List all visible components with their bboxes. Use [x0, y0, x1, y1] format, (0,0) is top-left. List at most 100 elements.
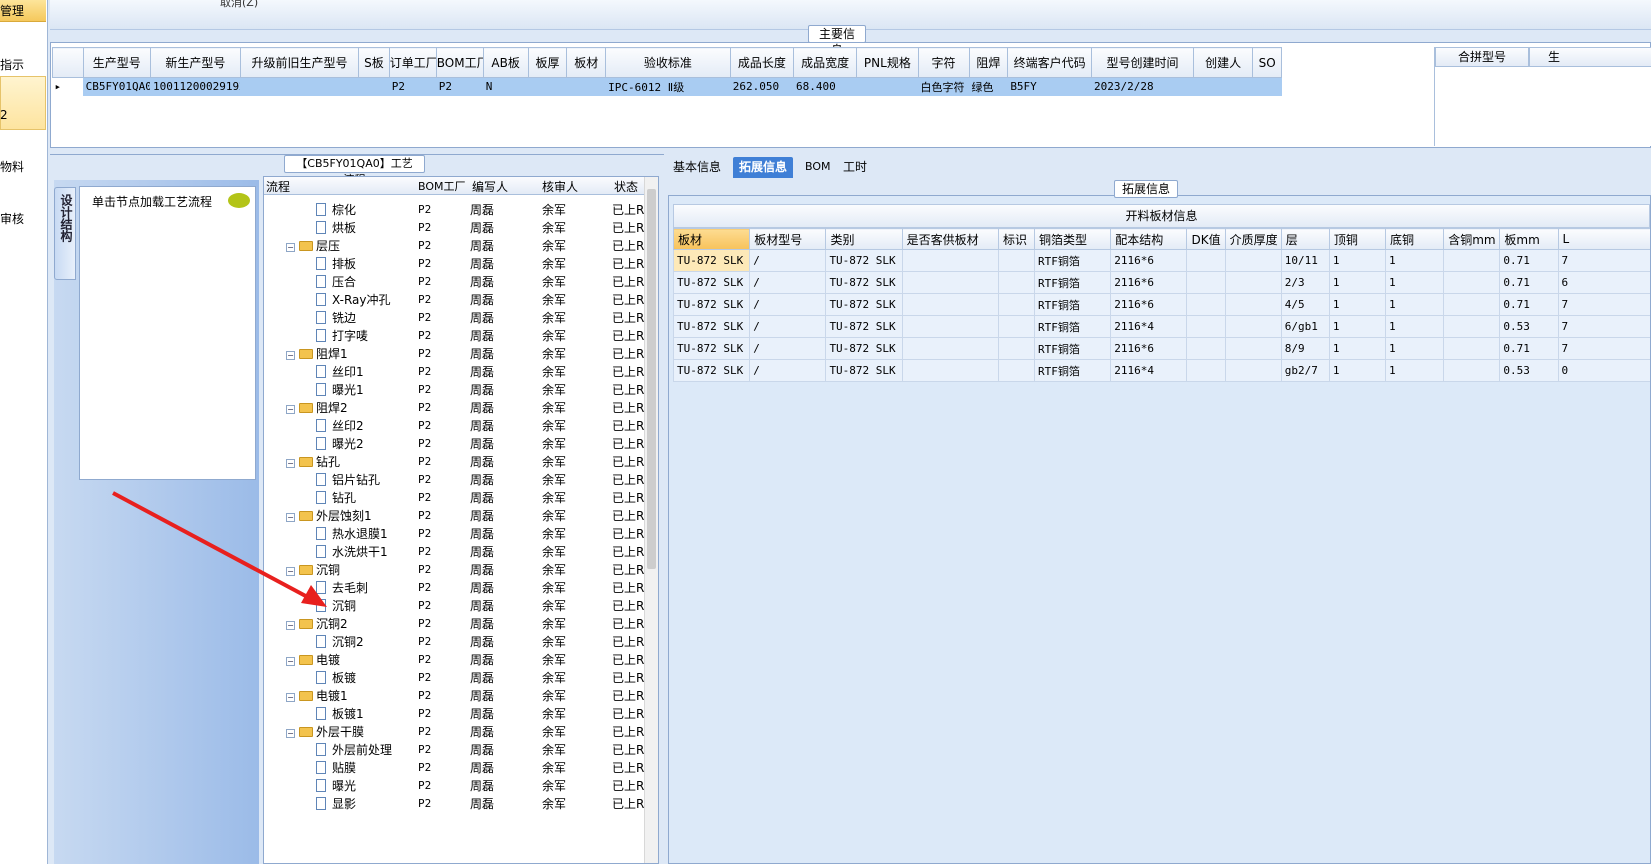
column-header[interactable]: DK值	[1186, 228, 1226, 250]
tree-node[interactable]: 打字唛	[316, 327, 368, 345]
table-cell[interactable]: 绿色	[969, 77, 1009, 96]
table-cell[interactable]	[528, 77, 568, 96]
column-header[interactable]: S板	[358, 47, 390, 78]
table-row[interactable]: TU-872 SLK / TU-872 SLK RTF铜箔 2116*4 gb2/7 1 1 0…	[673, 359, 1650, 382]
table-cell[interactable]: 2/3	[1280, 271, 1330, 294]
tree-row[interactable]: 外层前处理 P2 周磊 余军 已上R	[264, 741, 644, 759]
table-row[interactable]: TU-872 SLK / TU-872 SLK RTF铜箔 2116*6 2/3 1 1 0.7…	[673, 271, 1650, 294]
collapse-icon[interactable]: −	[286, 351, 295, 360]
table-row[interactable]: TU-872 SLK / TU-872 SLK RTF铜箔 2116*6 10/11 1 1 0…	[673, 249, 1650, 272]
table-cell[interactable]	[1186, 271, 1226, 294]
tab-design-structure[interactable]: 设计结构	[54, 187, 76, 280]
tree-node[interactable]: 板镀1	[316, 705, 364, 723]
column-header[interactable]: 订单工厂	[388, 47, 437, 78]
tree-node[interactable]: − 钻孔	[286, 453, 340, 471]
table-cell[interactable]: CB5FY01QA0	[83, 77, 151, 96]
tree-node[interactable]: − 沉铜2	[286, 615, 348, 633]
column-header[interactable]: 是否客供板材	[901, 228, 999, 250]
column-header[interactable]: 配本结构	[1110, 228, 1188, 250]
tree-node[interactable]: 板镀	[316, 669, 356, 687]
table-cell[interactable]: RTF铜箔	[1034, 359, 1112, 382]
table-cell[interactable]	[1224, 315, 1282, 338]
column-header[interactable]: 核审人	[542, 178, 578, 195]
tree-node[interactable]: − 电镀1	[286, 687, 348, 705]
column-header[interactable]: 终端客户代码	[1007, 47, 1092, 78]
tree-row[interactable]: 丝印2 P2 周磊 余军 已上R	[264, 417, 644, 435]
table-cell[interactable]: TU-872 SLK	[673, 293, 751, 316]
tree-node[interactable]: 压合	[316, 273, 356, 291]
column-header[interactable]: AB板	[482, 47, 529, 78]
column-header[interactable]: 板厚	[527, 47, 568, 78]
table-cell[interactable]: 1	[1328, 359, 1387, 382]
tree-row[interactable]: 排板 P2 周磊 余军 已上R	[264, 255, 644, 273]
tree-row[interactable]: 显影 P2 周磊 余军 已上R	[264, 795, 644, 813]
column-header[interactable]: 板材	[673, 228, 751, 250]
tree-node[interactable]: 铣边	[316, 309, 356, 327]
tree-node[interactable]: − 阻焊1	[286, 345, 348, 363]
table-cell[interactable]: 1	[1385, 315, 1445, 338]
table-cell[interactable]: 白色字符	[918, 77, 970, 96]
tree-node[interactable]: 排板	[316, 255, 356, 273]
table-cell[interactable]	[566, 77, 607, 96]
tree-row[interactable]: 打字唛 P2 周磊 余军 已上R	[264, 327, 644, 345]
table-cell[interactable]: /	[749, 359, 827, 382]
column-header[interactable]: 顶铜	[1328, 228, 1387, 250]
tree-row[interactable]: − 电镀1 P2 周磊 余军 已上R	[264, 687, 644, 705]
tree-node[interactable]: 丝印1	[316, 363, 364, 381]
vertical-scrollbar[interactable]	[644, 177, 658, 863]
collapse-icon[interactable]: −	[286, 729, 295, 738]
column-header[interactable]: 介质厚度	[1224, 228, 1282, 250]
table-cell[interactable]: TU-872 SLK	[673, 337, 751, 360]
table-cell[interactable]: /	[749, 249, 827, 272]
column-header[interactable]: 标识	[997, 228, 1036, 250]
table-cell[interactable]	[901, 315, 999, 338]
table-cell[interactable]	[901, 271, 999, 294]
left-nav-item[interactable]: 2	[0, 108, 8, 122]
column-header[interactable]: 新生产型号	[149, 47, 241, 78]
column-header[interactable]: 创建人	[1193, 47, 1254, 78]
tree-row[interactable]: 贴膜 P2 周磊 余军 已上R	[264, 759, 644, 777]
table-cell[interactable]	[1224, 293, 1282, 316]
column-header[interactable]: 型号创建时间	[1090, 47, 1195, 78]
table-cell[interactable]: TU-872 SLK	[825, 293, 903, 316]
column-header[interactable]: SO	[1252, 47, 1282, 78]
table-cell[interactable]: 0.71	[1499, 249, 1559, 272]
table-cell[interactable]: TU-872 SLK	[825, 337, 903, 360]
table-cell[interactable]: 0.71	[1499, 271, 1559, 294]
table-cell[interactable]	[1443, 337, 1501, 360]
table-cell[interactable]: 0.53	[1499, 315, 1559, 338]
collapse-icon[interactable]: −	[286, 657, 295, 666]
tree-row[interactable]: − 电镀 P2 周磊 余军 已上R	[264, 651, 644, 669]
tree-row[interactable]: 曝光1 P2 周磊 余军 已上R	[264, 381, 644, 399]
table-cell[interactable]	[997, 249, 1036, 272]
table-row[interactable]: TU-872 SLK / TU-872 SLK RTF铜箔 2116*6 4/5 1 1 0.7…	[673, 293, 1650, 316]
table-cell[interactable]: 1	[1328, 293, 1387, 316]
tree-node[interactable]: − 电镀	[286, 651, 340, 669]
collapse-icon[interactable]: −	[286, 405, 295, 414]
table-cell[interactable]: /	[749, 337, 827, 360]
left-nav-item[interactable]: 审核	[0, 210, 24, 227]
row-selector-header[interactable]	[52, 47, 84, 78]
table-cell[interactable]: 1	[1385, 271, 1445, 294]
column-header[interactable]: 含铜mm	[1443, 228, 1501, 250]
merge-model-header[interactable]: 合拼型号	[1435, 47, 1529, 67]
tree-row[interactable]: 板镀 P2 周磊 余军 已上R	[264, 669, 644, 687]
column-header[interactable]: 生产型号	[82, 47, 151, 78]
table-cell[interactable]	[997, 337, 1036, 360]
table-cell[interactable]: TU-872 SLK	[825, 359, 903, 382]
tab-bom[interactable]: BOM	[799, 157, 837, 178]
table-cell[interactable]: 6/gb1	[1280, 315, 1330, 338]
tree-node[interactable]: 曝光	[316, 777, 356, 795]
table-cell[interactable]: 262.050	[730, 77, 794, 96]
column-header[interactable]: 板mm	[1499, 228, 1559, 250]
table-cell[interactable]	[1186, 359, 1226, 382]
table-cell[interactable]: 0.71	[1499, 293, 1559, 316]
table-cell[interactable]	[901, 249, 999, 272]
tree-row[interactable]: − 层压 P2 周磊 余军 已上R	[264, 237, 644, 255]
table-cell[interactable]	[1224, 337, 1282, 360]
tree-row[interactable]: 烘板 P2 周磊 余军 已上R	[264, 219, 644, 237]
table-cell[interactable]: gb2/7	[1280, 359, 1330, 382]
table-cell[interactable]: TU-872 SLK	[673, 271, 751, 294]
table-cell[interactable]: IPC-6012 Ⅱ级	[605, 77, 731, 96]
table-cell[interactable]: 0.71	[1499, 337, 1559, 360]
